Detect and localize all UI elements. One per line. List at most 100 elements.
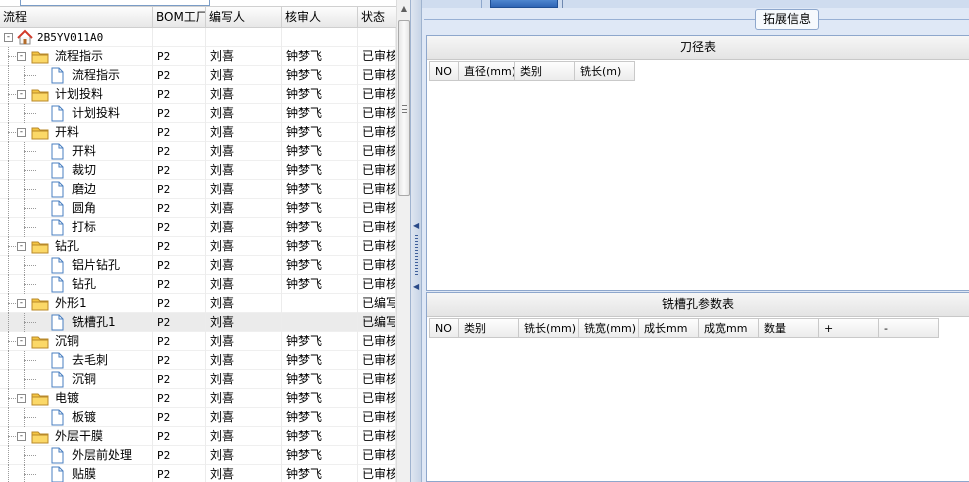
collapse-toggle-icon[interactable]: -	[4, 33, 13, 42]
panel-splitter[interactable]: ◀ ◀	[410, 0, 422, 482]
remove-column-button[interactable]: -	[879, 318, 939, 338]
tree-item-row[interactable]: 贴膜 P2 刘喜 钟梦飞 已审核	[0, 465, 396, 482]
tree-vertical-scrollbar[interactable]: ▲	[396, 0, 410, 482]
tree-item-row[interactable]: 去毛刺 P2 刘喜 钟梦飞 已审核	[0, 351, 396, 370]
column-header-status[interactable]: 状态	[358, 7, 396, 28]
tab-1[interactable]	[422, 0, 482, 8]
collapse-toggle-icon[interactable]: -	[17, 394, 26, 403]
process-name-cell[interactable]: 计划投料	[0, 104, 153, 123]
collapse-toggle-icon[interactable]: -	[17, 337, 26, 346]
tree-item-row[interactable]: 磨边 P2 刘喜 钟梦飞 已审核	[0, 180, 396, 199]
tree-item-row[interactable]: 流程指示 P2 刘喜 钟梦飞 已审核	[0, 66, 396, 85]
collapse-toggle-icon[interactable]: -	[17, 52, 26, 61]
tree-line	[24, 474, 36, 475]
column-header-category[interactable]: 类别	[515, 61, 575, 81]
process-name-cell[interactable]: - 外层干膜	[0, 427, 153, 446]
process-name-cell[interactable]: 磨边	[0, 180, 153, 199]
process-name-cell[interactable]: 铝片钻孔	[0, 256, 153, 275]
folder-icon	[31, 390, 49, 407]
scroll-up-arrow-icon[interactable]: ▲	[398, 2, 410, 16]
process-name-cell[interactable]: 贴膜	[0, 465, 153, 482]
document-icon	[48, 105, 66, 122]
column-header-mill-length[interactable]: 铣长(m)	[575, 61, 635, 81]
extension-panel: 拓展信息 刀径表 NO 直径(mm) 类别 铣长(m) 铣槽孔参数表 NO 类别 铣长(m…	[422, 0, 969, 482]
folder-icon	[31, 48, 49, 65]
tree-folder-row[interactable]: - 计划投料 P2 刘喜 钟梦飞 已审核	[0, 85, 396, 104]
cutter-table-title: 刀径表	[427, 36, 969, 60]
tree-item-row[interactable]: 计划投料 P2 刘喜 钟梦飞 已审核	[0, 104, 396, 123]
column-header-category[interactable]: 类别	[459, 318, 519, 338]
column-header-reviewer[interactable]: 核审人	[282, 7, 358, 28]
column-header-quantity[interactable]: 数量	[759, 318, 819, 338]
tree-item-row[interactable]: 铝片钻孔 P2 刘喜 钟梦飞 已审核	[0, 256, 396, 275]
tab-2-active[interactable]	[490, 0, 558, 8]
process-name-cell[interactable]: 裁切	[0, 161, 153, 180]
process-name-cell[interactable]: - 外形1	[0, 294, 153, 313]
column-header-finished-width[interactable]: 成宽mm	[699, 318, 759, 338]
tree-item-row[interactable]: 开料 P2 刘喜 钟梦飞 已审核	[0, 142, 396, 161]
process-name-cell[interactable]: - 沉铜	[0, 332, 153, 351]
column-header-finished-length[interactable]: 成长mm	[639, 318, 699, 338]
collapse-left-arrow-icon[interactable]: ◀	[413, 222, 420, 230]
process-name-cell[interactable]: - 开料	[0, 123, 153, 142]
tree-item-row[interactable]: 铣槽孔1 P2 刘喜 已编写	[0, 313, 396, 332]
collapse-toggle-icon[interactable]: -	[17, 128, 26, 137]
tree-line	[8, 142, 9, 161]
column-header-no[interactable]: NO	[429, 61, 459, 81]
column-header-process[interactable]: 流程	[0, 7, 153, 28]
tree-item-row[interactable]: 外层前处理 P2 刘喜 钟梦飞 已审核	[0, 446, 396, 465]
process-name-label: 计划投料	[55, 87, 104, 101]
process-name-cell[interactable]: 开料	[0, 142, 153, 161]
collapse-toggle-icon[interactable]: -	[17, 90, 26, 99]
status-cell: 已审核	[358, 370, 396, 389]
tree-line	[24, 208, 36, 209]
process-name-cell[interactable]: 板镀	[0, 408, 153, 427]
collapse-left-arrow-icon-2[interactable]: ◀	[413, 283, 420, 291]
process-name-cell[interactable]: 去毛刺	[0, 351, 153, 370]
collapse-toggle-icon[interactable]: -	[17, 242, 26, 251]
column-header-no[interactable]: NO	[429, 318, 459, 338]
tree-item-row[interactable]: 圆角 P2 刘喜 钟梦飞 已审核	[0, 199, 396, 218]
tab-3[interactable]	[562, 0, 572, 8]
column-header-bom-factory[interactable]: BOM工厂	[153, 7, 206, 28]
tree-item-row[interactable]: 打标 P2 刘喜 钟梦飞 已审核	[0, 218, 396, 237]
collapse-toggle-icon[interactable]: -	[17, 432, 26, 441]
tree-folder-row[interactable]: - 钻孔 P2 刘喜 钟梦飞 已审核	[0, 237, 396, 256]
tree-line	[8, 313, 9, 332]
add-column-button[interactable]: +	[819, 318, 879, 338]
tree-item-row[interactable]: 沉铜 P2 刘喜 钟梦飞 已审核	[0, 370, 396, 389]
process-name-cell[interactable]: 流程指示	[0, 66, 153, 85]
tree-root-row[interactable]: - 2B5YV011A0	[0, 28, 396, 47]
tree-folder-row[interactable]: - 流程指示 P2 刘喜 钟梦飞 已审核	[0, 47, 396, 66]
author-cell: 刘喜	[206, 180, 282, 199]
tree-folder-row[interactable]: - 沉铜 P2 刘喜 钟梦飞 已审核	[0, 332, 396, 351]
process-name-cell[interactable]: 圆角	[0, 199, 153, 218]
tree-item-row[interactable]: 板镀 P2 刘喜 钟梦飞 已审核	[0, 408, 396, 427]
process-name-cell[interactable]: 打标	[0, 218, 153, 237]
column-header-diameter[interactable]: 直径(mm)	[459, 61, 515, 81]
status-cell: 已审核	[358, 256, 396, 275]
collapse-toggle-icon[interactable]: -	[17, 299, 26, 308]
column-header-mill-length[interactable]: 铣长(mm)	[519, 318, 579, 338]
process-name-cell[interactable]: 铣槽孔1	[0, 313, 153, 332]
process-name-cell[interactable]: 外层前处理	[0, 446, 153, 465]
process-name-cell[interactable]: - 流程指示	[0, 47, 153, 66]
process-name-cell[interactable]: - 电镀	[0, 389, 153, 408]
tree-folder-row[interactable]: - 开料 P2 刘喜 钟梦飞 已审核	[0, 123, 396, 142]
column-header-author[interactable]: 编写人	[206, 7, 282, 28]
process-name-cell[interactable]: 沉铜	[0, 370, 153, 389]
tree-item-row[interactable]: 裁切 P2 刘喜 钟梦飞 已审核	[0, 161, 396, 180]
process-name-cell[interactable]: 钻孔	[0, 275, 153, 294]
tree-folder-row[interactable]: - 外形1 P2 刘喜 已编写	[0, 294, 396, 313]
tree-folder-row[interactable]: - 外层干膜 P2 刘喜 钟梦飞 已审核	[0, 427, 396, 446]
process-name-cell[interactable]: - 2B5YV011A0	[0, 28, 153, 47]
bom-factory-cell: P2	[153, 427, 206, 446]
scrollbar-thumb[interactable]	[398, 20, 410, 196]
column-header-mill-width[interactable]: 铣宽(mm)	[579, 318, 639, 338]
tree-folder-row[interactable]: - 电镀 P2 刘喜 钟梦飞 已审核	[0, 389, 396, 408]
status-cell: 已审核	[358, 104, 396, 123]
process-name-cell[interactable]: - 钻孔	[0, 237, 153, 256]
tree-line	[8, 66, 9, 85]
process-name-cell[interactable]: - 计划投料	[0, 85, 153, 104]
tree-item-row[interactable]: 钻孔 P2 刘喜 钟梦飞 已审核	[0, 275, 396, 294]
